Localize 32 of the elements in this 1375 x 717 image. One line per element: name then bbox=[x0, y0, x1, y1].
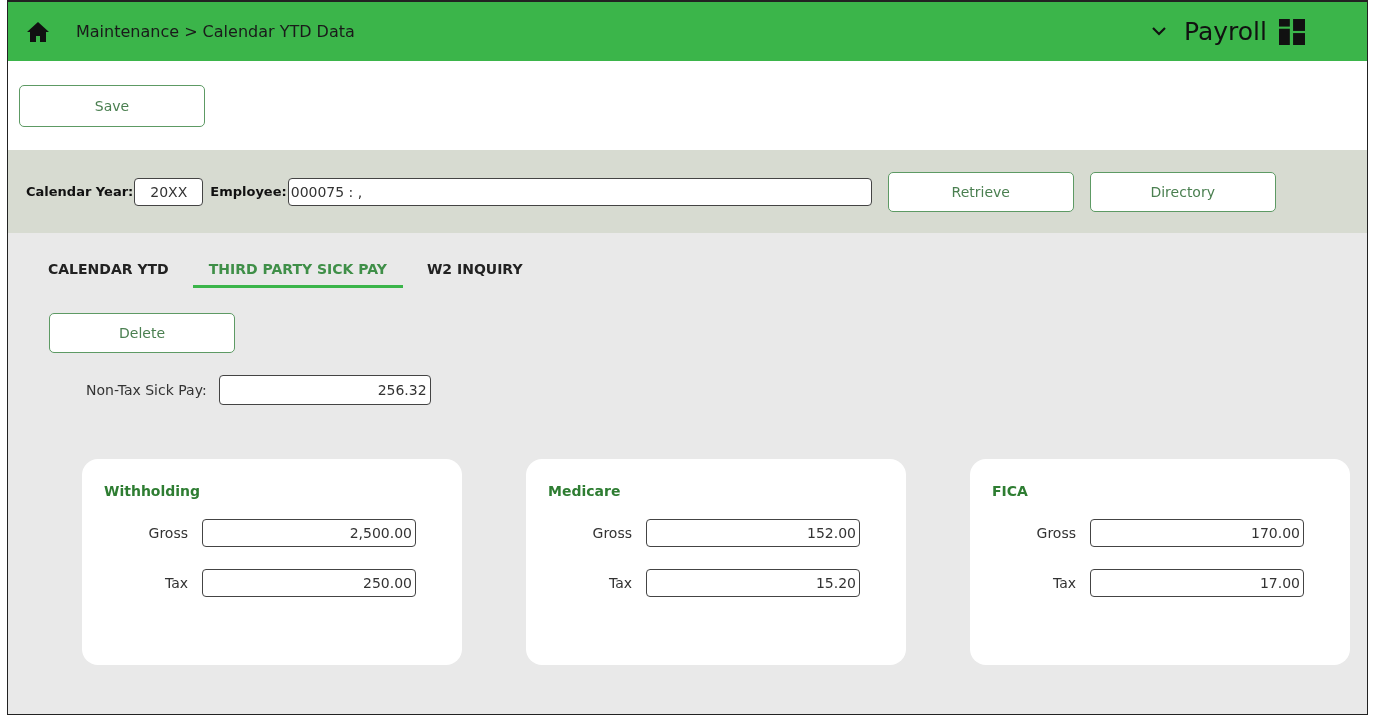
field-label: Gross bbox=[1035, 525, 1077, 541]
retrieve-button[interactable]: Retrieve bbox=[887, 171, 1074, 212]
field-label: Gross bbox=[591, 525, 633, 541]
field-label: Tax bbox=[163, 575, 189, 591]
grid-icon[interactable] bbox=[1279, 18, 1305, 45]
field-label: Tax bbox=[607, 575, 633, 591]
amount-field[interactable]: 15.20 bbox=[646, 569, 860, 597]
breadcrumb: Maintenance > Calendar YTD Data bbox=[76, 22, 355, 41]
panel-title: Withholding bbox=[104, 483, 202, 499]
amount-field[interactable]: 2,500.00 bbox=[202, 519, 416, 547]
calendar-year-label: Calendar Year: bbox=[26, 184, 134, 199]
panel-title: Medicare bbox=[548, 483, 622, 499]
tab[interactable]: W2 INQUIRY bbox=[426, 257, 523, 288]
field-label: Tax bbox=[1051, 575, 1077, 591]
amount-field[interactable]: 152.00 bbox=[646, 519, 860, 547]
home-icon[interactable] bbox=[26, 20, 50, 43]
save-button[interactable]: Save bbox=[19, 84, 205, 127]
employee-field[interactable]: 000075 : , bbox=[287, 177, 872, 206]
field-label: Gross bbox=[147, 525, 189, 541]
delete-button[interactable]: Delete bbox=[49, 313, 235, 353]
non-tax-sick-pay-label: Non-Tax Sick Pay: bbox=[86, 382, 207, 398]
amount-field[interactable]: 17.00 bbox=[1090, 569, 1304, 597]
app-name: Payroll bbox=[1184, 17, 1267, 46]
non-tax-sick-pay-field[interactable]: 256.32 bbox=[218, 375, 431, 405]
amount-field[interactable]: 170.00 bbox=[1090, 519, 1304, 547]
panel-title: FICA bbox=[992, 483, 1029, 499]
amount-field[interactable]: 250.00 bbox=[202, 569, 416, 597]
chevron-down-icon[interactable] bbox=[1152, 27, 1166, 36]
calendar-year-field[interactable]: 20XX bbox=[134, 177, 204, 206]
tab[interactable]: CALENDAR YTD bbox=[48, 257, 169, 288]
directory-button[interactable]: Directory bbox=[1089, 171, 1276, 212]
employee-label: Employee: bbox=[210, 184, 287, 199]
